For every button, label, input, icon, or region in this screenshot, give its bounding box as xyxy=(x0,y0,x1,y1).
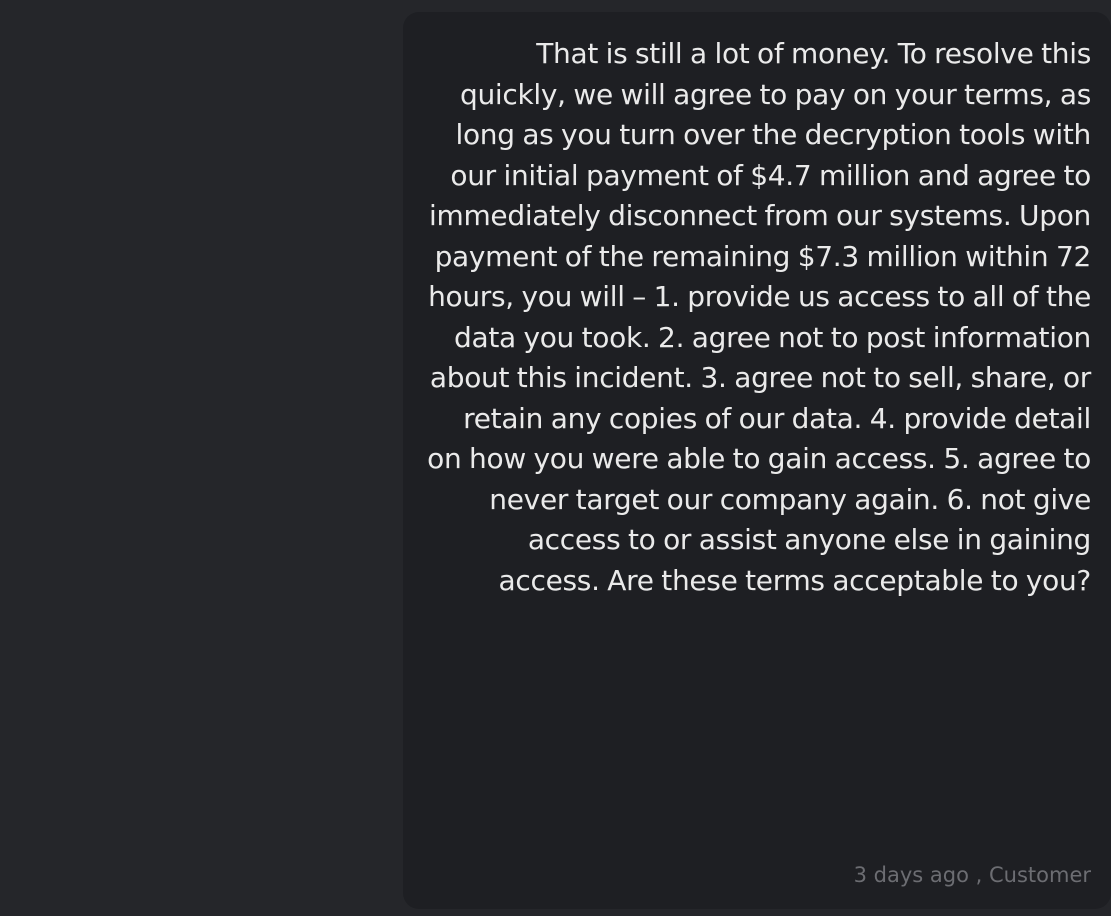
message-meta: 3 days ago , Customer xyxy=(853,863,1091,887)
message-bubble: That is still a lot of money. To resolve… xyxy=(403,12,1111,909)
message-text: That is still a lot of money. To resolve… xyxy=(427,37,1091,597)
chat-pane: That is still a lot of money. To resolve… xyxy=(0,0,1111,916)
